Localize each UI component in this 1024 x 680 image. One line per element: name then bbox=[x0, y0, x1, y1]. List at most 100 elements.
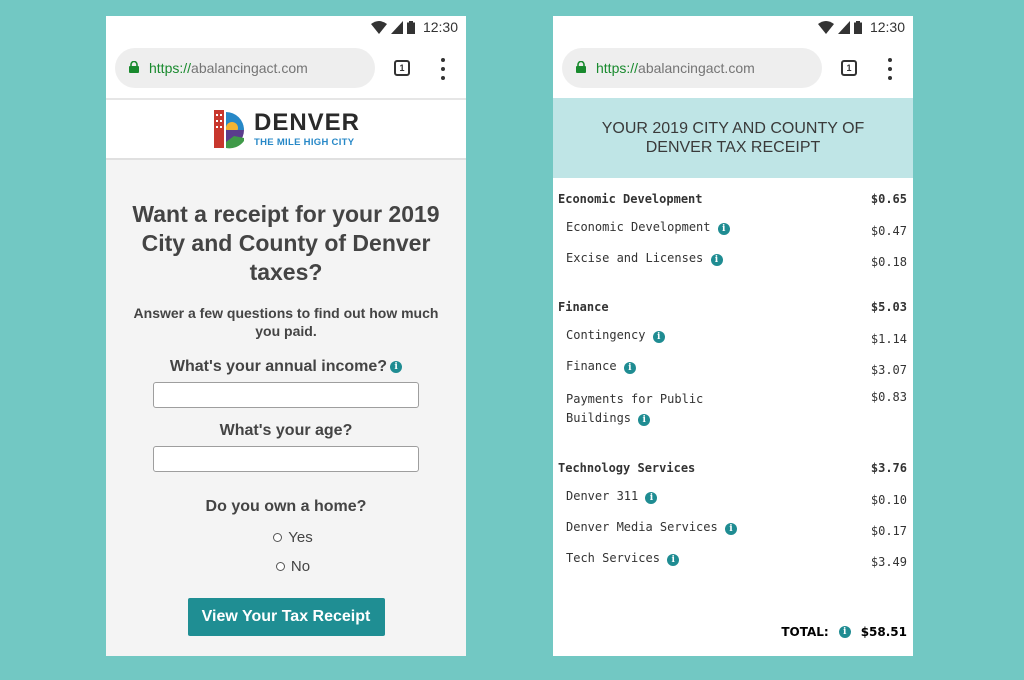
item-name-text: Denver 311 bbox=[566, 489, 639, 503]
status-time: 12:30 bbox=[422, 19, 458, 35]
tax-form: Want a receipt for your 2019 City and Co… bbox=[106, 160, 466, 656]
info-icon[interactable]: i bbox=[390, 361, 403, 373]
info-icon[interactable]: i bbox=[838, 626, 851, 638]
url-bar[interactable]: https://abalancingact.com bbox=[115, 48, 375, 88]
item-amount: $0.17 bbox=[870, 524, 907, 538]
item-name-text: Finance bbox=[566, 359, 617, 373]
line-item: Contingency i $1.14 bbox=[558, 328, 907, 346]
age-label: What's your age? bbox=[106, 422, 466, 440]
wifi-icon bbox=[370, 20, 387, 34]
item-name: Economic Development i bbox=[566, 220, 730, 238]
item-name: Payments for Public Buildings i bbox=[566, 390, 736, 428]
line-item: Payments for Public Buildings i $0.83 bbox=[558, 390, 907, 428]
phone-screen-form: 12:30 https://abalancingact.com 1 DENVER… bbox=[106, 16, 466, 656]
line-item: Excise and Licenses i $0.18 bbox=[558, 251, 907, 269]
view-receipt-button[interactable]: View Your Tax Receipt bbox=[187, 598, 385, 636]
battery-icon bbox=[853, 20, 862, 34]
page-subtitle: Answer a few questions to find out how m… bbox=[133, 305, 439, 339]
income-label-text: What's your annual income? bbox=[169, 358, 388, 375]
denver-logo-mark bbox=[213, 110, 244, 149]
radio-yes[interactable]: Yes bbox=[120, 529, 466, 546]
battery-icon bbox=[406, 20, 415, 34]
item-amount: $0.18 bbox=[870, 255, 907, 269]
income-label: What's your annual income? i bbox=[106, 358, 466, 376]
item-name-text: Economic Development bbox=[566, 220, 711, 234]
item-name: Tech Services i bbox=[566, 551, 680, 569]
total-row: TOTAL: i $58.51 bbox=[553, 625, 907, 639]
item-name: Denver 311 i bbox=[566, 489, 658, 507]
item-amount: $3.07 bbox=[870, 363, 907, 377]
category-amount: $3.76 bbox=[870, 461, 907, 475]
browser-toolbar: https://abalancingact.com 1 bbox=[106, 38, 466, 98]
item-amount: $0.10 bbox=[870, 493, 907, 507]
url-bar[interactable]: https://abalancingact.com bbox=[562, 48, 822, 88]
status-bar: 12:30 bbox=[106, 16, 466, 38]
url-scheme: https:// bbox=[596, 60, 639, 76]
page-title: Want a receipt for your 2019 City and Co… bbox=[132, 201, 440, 285]
item-amount: $1.14 bbox=[870, 332, 907, 346]
browser-toolbar: https://abalancingact.com 1 bbox=[553, 38, 913, 98]
url-host: abalancingact.com bbox=[638, 60, 755, 76]
info-icon[interactable]: i bbox=[652, 331, 665, 343]
info-icon[interactable]: i bbox=[623, 362, 636, 374]
menu-icon[interactable] bbox=[887, 58, 893, 80]
receipt-body: Economic Development $0.65 Economic Deve… bbox=[553, 191, 913, 569]
item-name-text: Tech Services bbox=[566, 551, 660, 565]
receipt-header: YOUR 2019 CITY AND COUNTY OF DENVER TAX … bbox=[553, 98, 913, 178]
category-name: Economic Development bbox=[558, 192, 703, 206]
info-icon[interactable]: i bbox=[667, 554, 680, 566]
category-name: Technology Services bbox=[558, 461, 696, 475]
status-bar: 12:30 bbox=[553, 16, 913, 38]
radio-circle[interactable] bbox=[275, 562, 285, 571]
item-amount: $0.47 bbox=[870, 224, 907, 238]
denver-logo: DENVER THE MILE HIGH CITY bbox=[106, 98, 466, 160]
line-item: Finance i $3.07 bbox=[558, 359, 907, 377]
info-icon[interactable]: i bbox=[724, 523, 737, 535]
item-name-text: Excise and Licenses bbox=[566, 251, 704, 265]
info-icon[interactable]: i bbox=[710, 254, 723, 266]
info-icon[interactable]: i bbox=[717, 223, 730, 235]
item-amount: $0.83 bbox=[870, 390, 907, 404]
age-label-text: What's your age? bbox=[219, 422, 353, 439]
income-input[interactable] bbox=[153, 382, 419, 408]
item-name-text: Denver Media Services bbox=[566, 520, 718, 534]
signal-icon bbox=[390, 20, 403, 34]
lock-icon bbox=[129, 60, 139, 76]
category-amount: $5.03 bbox=[870, 300, 907, 314]
item-name: Finance i bbox=[566, 359, 636, 377]
item-name-text: Payments for Public Buildings bbox=[566, 392, 704, 425]
radio-circle[interactable] bbox=[273, 533, 283, 542]
lock-icon bbox=[576, 60, 586, 76]
category-row: Technology Services $3.76 bbox=[558, 460, 907, 476]
url-scheme: https:// bbox=[149, 60, 192, 76]
item-name: Excise and Licenses i bbox=[566, 251, 723, 269]
item-name-text: Contingency bbox=[566, 328, 646, 342]
category-row: Economic Development $0.65 bbox=[558, 191, 907, 207]
status-time: 12:30 bbox=[869, 19, 905, 35]
category-row: Finance $5.03 bbox=[558, 299, 907, 315]
radio-no-label: No bbox=[290, 558, 311, 575]
line-item: Denver Media Services i $0.17 bbox=[558, 520, 907, 538]
menu-icon[interactable] bbox=[440, 58, 446, 80]
wifi-icon bbox=[817, 20, 834, 34]
radio-yes-label: Yes bbox=[288, 529, 313, 546]
info-icon[interactable]: i bbox=[638, 414, 651, 426]
total-value: $58.51 bbox=[860, 625, 907, 639]
signal-icon bbox=[837, 20, 850, 34]
item-amount: $3.49 bbox=[870, 555, 907, 569]
home-label: Do you own a home? bbox=[106, 498, 466, 516]
url-host: abalancingact.com bbox=[191, 60, 308, 76]
category-name: Finance bbox=[558, 300, 609, 314]
item-name: Contingency i bbox=[566, 328, 665, 346]
logo-title: DENVER bbox=[253, 108, 361, 136]
line-item: Tech Services i $3.49 bbox=[558, 551, 907, 569]
line-item: Denver 311 i $0.10 bbox=[558, 489, 907, 507]
tabs-icon[interactable]: 1 bbox=[841, 60, 857, 76]
radio-no[interactable]: No bbox=[120, 558, 466, 575]
home-label-text: Do you own a home? bbox=[205, 498, 367, 515]
age-input[interactable] bbox=[153, 446, 419, 472]
tabs-icon[interactable]: 1 bbox=[394, 60, 410, 76]
line-item: Economic Development i $0.47 bbox=[558, 220, 907, 238]
logo-subtitle: THE MILE HIGH CITY bbox=[253, 136, 355, 148]
info-icon[interactable]: i bbox=[645, 492, 658, 504]
